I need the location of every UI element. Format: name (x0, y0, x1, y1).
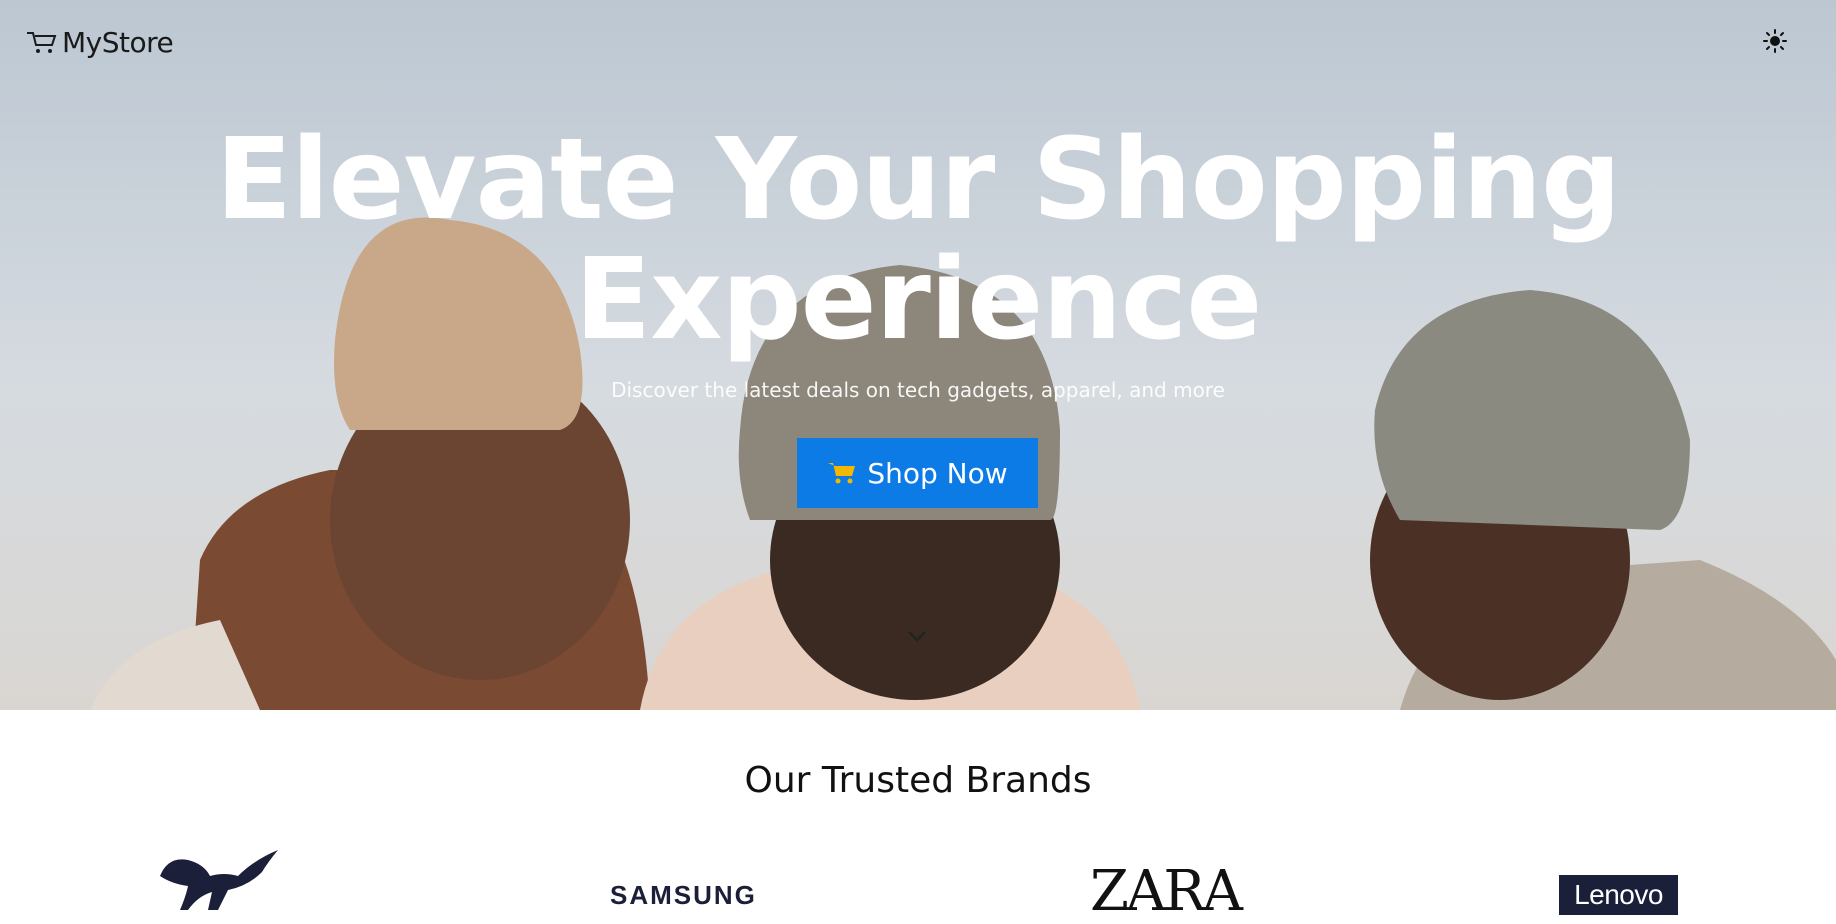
hero-section: MyStore Elevate Your Shopping Experience (0, 0, 1836, 710)
zara-logo: ZARA (1090, 859, 1243, 924)
hero-title-line1: Elevate Your Shopping (215, 115, 1622, 245)
brand-samsung[interactable]: SAMSUNG (610, 880, 757, 911)
chevron-down-icon[interactable] (905, 628, 929, 644)
brand-lenovo[interactable]: Lenovo (1559, 875, 1678, 915)
samsung-logo: SAMSUNG (610, 880, 757, 910)
hero-subtitle: Discover the latest deals on tech gadget… (611, 378, 1225, 402)
brand-puma[interactable] (158, 846, 282, 914)
lenovo-logo: Lenovo (1574, 879, 1663, 910)
logo-link[interactable]: MyStore (26, 26, 174, 59)
puma-logo (160, 850, 278, 910)
brands-heading: Our Trusted Brands (744, 760, 1092, 801)
sun-icon (1763, 29, 1787, 53)
shop-now-label: Shop Now (867, 456, 1008, 490)
navbar: MyStore (0, 0, 1836, 90)
cart-icon (828, 463, 856, 484)
hero-title-line2: Experience (574, 235, 1263, 365)
hero-title: Elevate Your Shopping Experience (0, 120, 1836, 360)
shop-now-button[interactable]: Shop Now (797, 438, 1038, 508)
brand-zara[interactable]: ZARA (1090, 859, 1243, 924)
logo-text: MyStore (62, 26, 174, 59)
cart-logo-icon (27, 31, 57, 53)
theme-toggle-button[interactable] (1760, 26, 1790, 56)
